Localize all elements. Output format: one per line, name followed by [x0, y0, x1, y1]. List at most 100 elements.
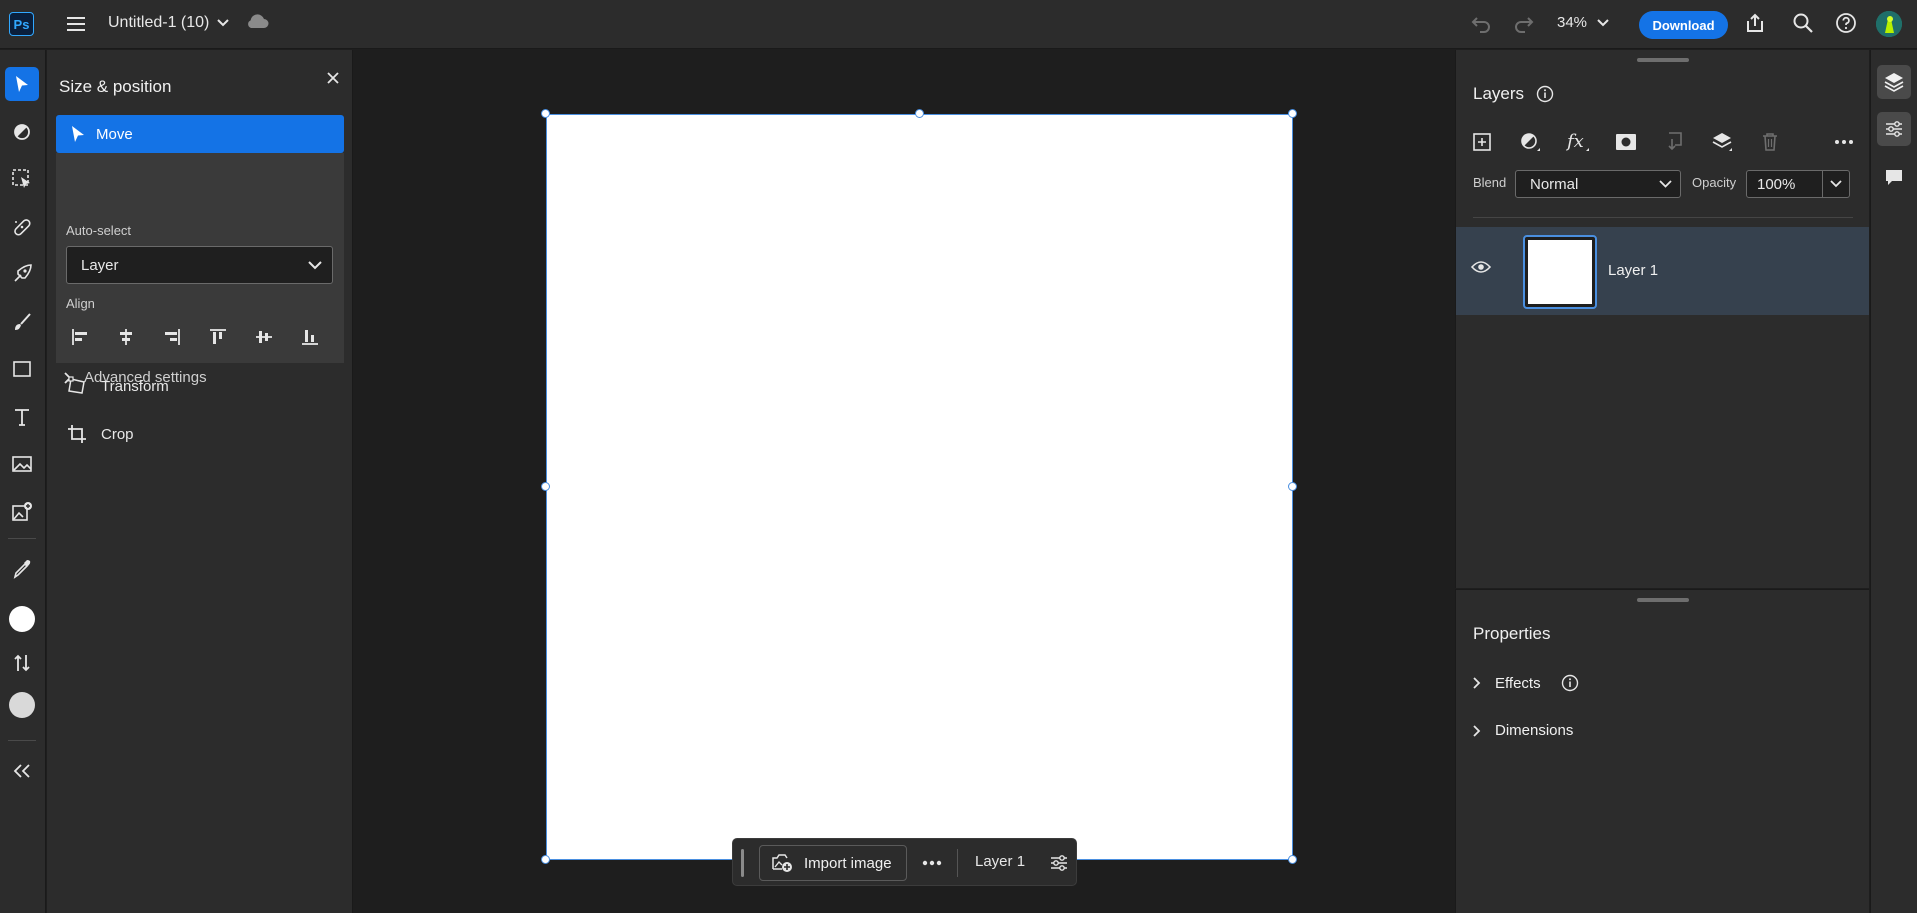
effects-section-toggle[interactable]: Effects [1473, 674, 1579, 692]
align-bottom-icon[interactable] [295, 323, 325, 351]
close-icon[interactable] [322, 67, 344, 89]
autoselect-label: Auto-select [66, 223, 132, 238]
background-color-swatch[interactable] [5, 688, 39, 722]
tool-bar [0, 50, 46, 913]
resize-handle-top[interactable] [915, 109, 924, 118]
panel-resize-grabber[interactable] [1637, 58, 1689, 62]
place-image-icon[interactable] [5, 447, 39, 481]
move-label: Move [96, 125, 133, 143]
resize-handle-bottom-left[interactable] [541, 855, 550, 864]
autoselect-dropdown[interactable]: Layer [66, 246, 333, 284]
layer-options-stack-icon[interactable] [1708, 128, 1736, 156]
more-options-icon[interactable] [1830, 128, 1858, 156]
panel-resize-grabber[interactable] [1637, 598, 1689, 602]
panel-title: Size & position [59, 77, 172, 96]
properties-panel-icon[interactable] [1877, 112, 1911, 146]
redo-icon[interactable] [1513, 12, 1535, 34]
cloud-icon[interactable] [245, 13, 269, 29]
add-image-icon[interactable] [5, 495, 39, 529]
align-top-icon[interactable] [203, 323, 233, 351]
info-icon[interactable] [1536, 85, 1554, 103]
layers-title: Layers [1473, 84, 1525, 103]
healing-brush-icon[interactable] [5, 210, 39, 244]
app-logo[interactable]: Ps [9, 12, 34, 36]
artboard[interactable] [546, 114, 1293, 860]
help-icon[interactable] [1835, 12, 1857, 34]
blend-label: Blend [1473, 175, 1507, 190]
crop-option[interactable]: Crop [67, 424, 134, 444]
visibility-eye-icon[interactable] [1471, 260, 1491, 274]
align-center-horizontal-icon[interactable] [111, 323, 141, 351]
layer-name: Layer 1 [1608, 262, 1659, 279]
align-left-icon[interactable] [65, 323, 95, 351]
import-image-button[interactable]: Import image [759, 845, 907, 881]
chevron-down-icon [1597, 18, 1609, 27]
transform-option[interactable]: Transform [67, 376, 169, 396]
chevron-down-icon [308, 260, 322, 270]
download-button[interactable]: Download [1639, 11, 1728, 39]
delete-layer-icon[interactable] [1756, 128, 1784, 156]
import-image-label: Import image [804, 854, 892, 872]
transform-label: Transform [101, 377, 169, 395]
layer-mask-icon[interactable] [1612, 128, 1640, 156]
eyedropper-icon[interactable] [5, 552, 39, 586]
quick-action-icon[interactable] [5, 257, 39, 291]
toolbar-divider [8, 538, 36, 539]
search-icon[interactable] [1792, 12, 1814, 34]
chevron-down-icon[interactable] [1823, 180, 1849, 188]
hamburger-menu-icon[interactable] [64, 12, 88, 36]
size-position-panel: Size & position Move Auto-select Layer A… [47, 50, 353, 913]
align-right-icon[interactable] [157, 323, 187, 351]
text-tool-icon[interactable] [5, 400, 39, 434]
adjust-tool-icon[interactable] [5, 115, 39, 149]
avatar[interactable] [1876, 11, 1902, 37]
effects-label: Effects [1495, 674, 1541, 692]
chevron-right-icon [1473, 677, 1481, 689]
info-icon[interactable] [1561, 674, 1579, 692]
chevron-down-icon [217, 19, 230, 27]
clipping-mask-icon[interactable] [1660, 128, 1688, 156]
align-middle-vertical-icon[interactable] [249, 323, 279, 351]
resize-handle-top-left[interactable] [541, 109, 550, 118]
brush-tool-icon[interactable] [5, 305, 39, 339]
rectangle-tool-icon[interactable] [5, 352, 39, 386]
dimensions-label: Dimensions [1495, 722, 1574, 739]
top-bar: Ps Untitled-1 (10) 34% Download [0, 0, 1917, 49]
share-icon[interactable] [1744, 12, 1766, 34]
resize-handle-right[interactable] [1288, 482, 1297, 491]
move-option[interactable]: Move [56, 115, 344, 153]
dimensions-section-toggle[interactable]: Dimensions [1473, 722, 1573, 739]
collapse-panel-icon[interactable] [5, 754, 39, 788]
undo-icon[interactable] [1470, 12, 1492, 34]
opacity-field[interactable]: 100% [1746, 170, 1850, 198]
layer-thumbnail[interactable] [1523, 235, 1597, 309]
selection-tool-icon[interactable] [5, 162, 39, 196]
move-tool-icon[interactable] [5, 67, 39, 101]
effects-fx-icon[interactable]: fx [1564, 128, 1592, 156]
current-layer-label[interactable]: Layer 1 [975, 853, 1025, 870]
resize-handle-top-right[interactable] [1288, 109, 1297, 118]
autoselect-value: Layer [81, 256, 119, 274]
move-arrow-icon [70, 125, 86, 143]
adjustments-icon[interactable] [1047, 851, 1071, 875]
comments-icon[interactable] [1877, 160, 1911, 194]
import-image-icon [770, 852, 794, 874]
adjustment-layer-icon[interactable] [1516, 128, 1544, 156]
opacity-value[interactable]: 100% [1747, 171, 1823, 197]
layer-row[interactable]: Layer 1 [1456, 227, 1869, 315]
resize-handle-left[interactable] [541, 482, 550, 491]
foreground-color-swatch[interactable] [5, 602, 39, 636]
chevron-right-icon [1473, 724, 1481, 737]
add-layer-icon[interactable] [1468, 128, 1496, 156]
zoom-dropdown[interactable]: 34% [1557, 14, 1609, 31]
drag-handle[interactable] [741, 849, 744, 877]
document-title-dropdown[interactable]: Untitled-1 (10) [108, 14, 230, 32]
layers-panel-icon[interactable] [1877, 65, 1911, 99]
swap-colors-icon[interactable] [5, 646, 39, 680]
align-label: Align [66, 296, 95, 311]
document-title: Untitled-1 (10) [108, 14, 210, 31]
blend-mode-dropdown[interactable]: Normal [1515, 170, 1681, 198]
resize-handle-bottom-right[interactable] [1288, 855, 1297, 864]
more-options-icon[interactable] [919, 851, 945, 875]
svg-text:fx: fx [1566, 131, 1584, 152]
